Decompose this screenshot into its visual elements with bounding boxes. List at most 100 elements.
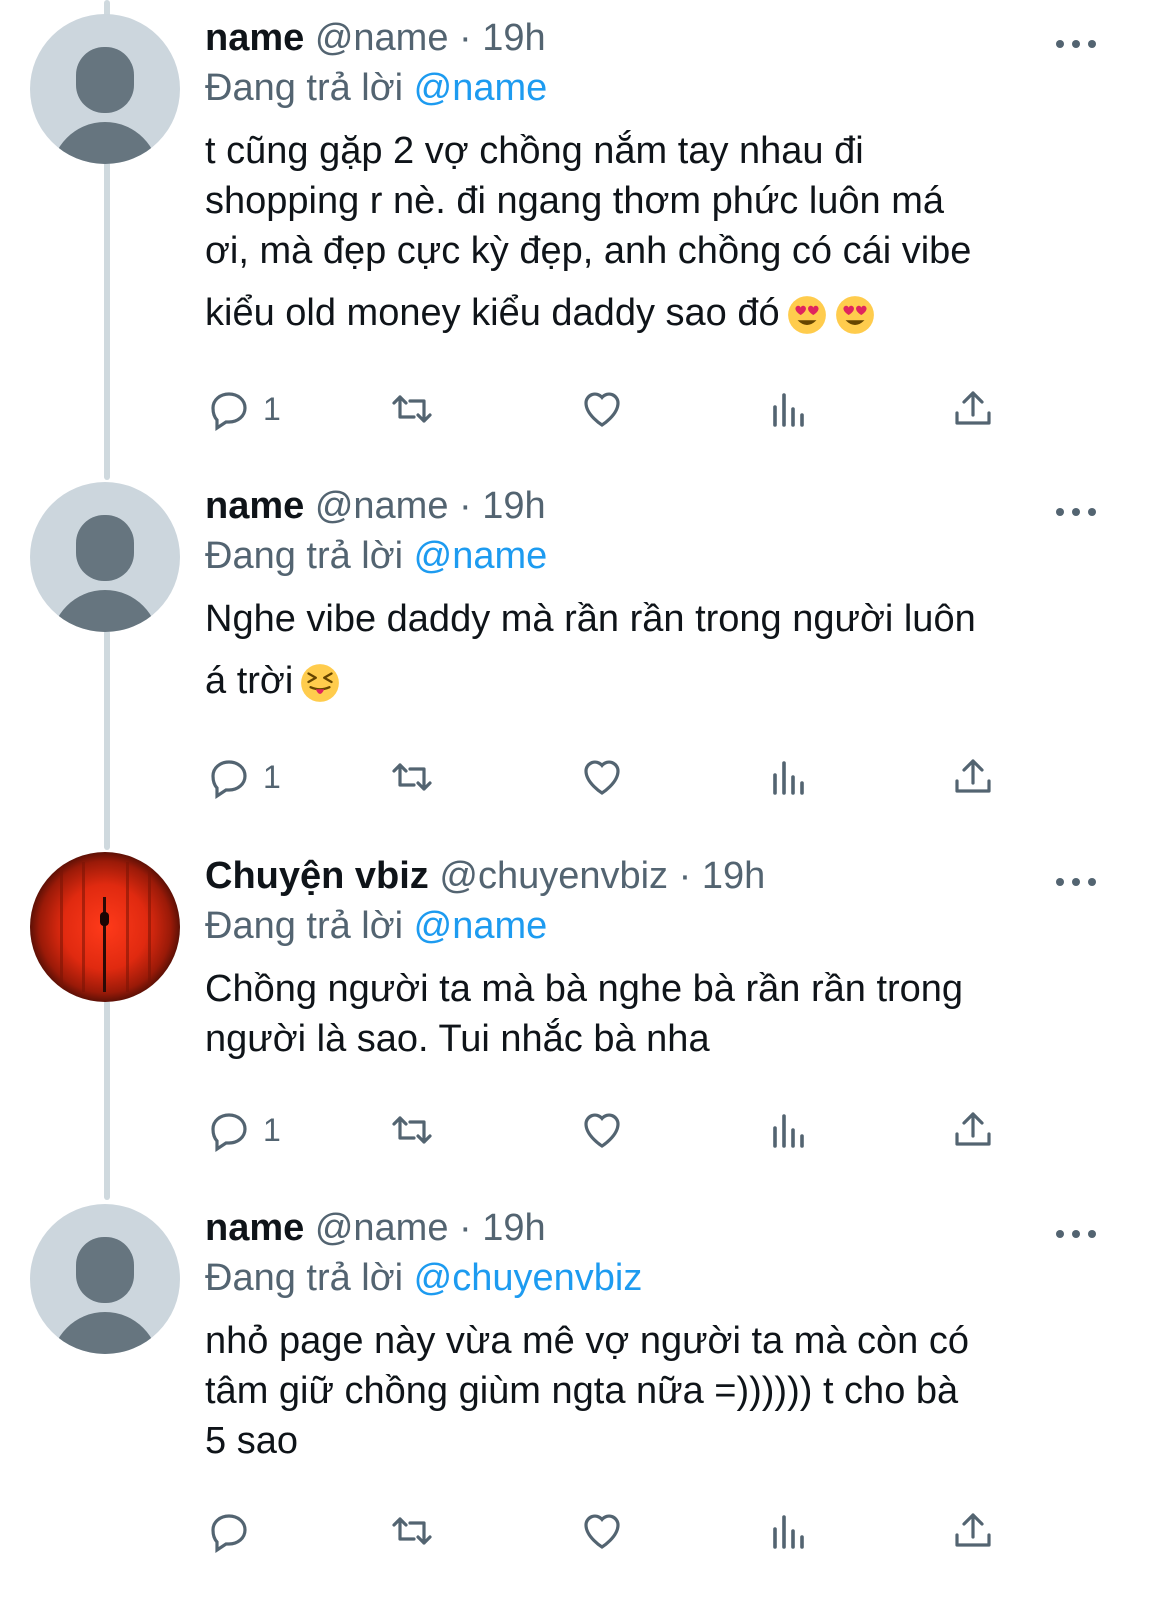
heart-icon xyxy=(584,392,620,427)
replying-prefix: Đang trả lời xyxy=(205,905,414,947)
replying-prefix: Đang trả lời xyxy=(205,1257,414,1299)
avatar-placeholder-body xyxy=(51,590,159,632)
display-name[interactable]: name xyxy=(205,17,304,59)
avatar-placeholder-body xyxy=(51,1312,159,1354)
tweet-text-lines: t cũng gặp 2 vợ chồng nắm tay nhau đi sh… xyxy=(205,130,972,272)
views-button[interactable] xyxy=(765,1105,813,1155)
tweet-text: t cũng gặp 2 vợ chồng nắm tay nhau đi sh… xyxy=(205,126,1085,350)
like-button[interactable] xyxy=(578,384,626,434)
avatar-placeholder-head xyxy=(76,1237,134,1303)
separator: · xyxy=(448,17,483,59)
views-button[interactable] xyxy=(765,384,813,434)
share-icon xyxy=(955,1112,991,1146)
avatar-placeholder-head xyxy=(76,47,134,113)
tweet-text-last: kiểu old money kiểu daddy sao đó xyxy=(205,292,780,334)
share-button[interactable] xyxy=(949,1506,997,1556)
more-options-icon[interactable] xyxy=(1056,506,1096,518)
mention-link[interactable]: @name xyxy=(414,535,548,577)
reply-button[interactable]: 1 xyxy=(205,1105,281,1155)
heart-eyes-emoji xyxy=(835,296,874,334)
reply-button[interactable]: 1 xyxy=(205,384,281,434)
tweet-actions xyxy=(205,1506,1005,1556)
views-button[interactable] xyxy=(765,1506,813,1556)
more-options-icon[interactable] xyxy=(1056,1228,1096,1240)
tweet-header: name @name · 19h xyxy=(205,14,1105,62)
reply-count: 1 xyxy=(263,758,281,795)
more-options-icon[interactable] xyxy=(1056,38,1096,50)
heart-icon xyxy=(584,760,620,795)
tweet-text-lines: nhỏ page này vừa mê vợ người ta mà còn c… xyxy=(205,1320,970,1462)
heart-eyes-emoji xyxy=(787,296,826,334)
analytics-icon xyxy=(773,761,804,795)
tweet-text: Chồng người ta mà bà nghe bà rần rần tro… xyxy=(205,964,1085,1064)
avatar[interactable] xyxy=(30,14,180,164)
retweet-icon xyxy=(392,763,432,791)
share-button[interactable] xyxy=(949,1105,997,1155)
tweet-header: name @name · 19h xyxy=(205,482,1105,530)
tweet-text-lines: Nghe vibe daddy mà rần rần trong người l… xyxy=(205,598,976,640)
separator: · xyxy=(448,1207,483,1249)
replying-prefix: Đang trả lời xyxy=(205,535,414,577)
share-button[interactable] xyxy=(949,752,997,802)
display-name[interactable]: name xyxy=(205,485,304,527)
handle[interactable]: @chuyenvbiz xyxy=(439,855,668,897)
reply-icon xyxy=(211,1113,247,1152)
reply-count: 1 xyxy=(263,390,281,427)
reply-icon xyxy=(211,1514,247,1553)
retweet-icon xyxy=(392,1116,432,1144)
tweet-actions: 1 xyxy=(205,752,1005,802)
display-name[interactable]: Chuyện vbiz xyxy=(205,855,429,897)
mention-link[interactable]: @name xyxy=(414,905,548,947)
retweet-button[interactable] xyxy=(388,384,436,434)
reply-button[interactable]: 1 xyxy=(205,752,281,802)
tweet-actions: 1 xyxy=(205,1105,1005,1155)
tweet-text-last: á trời xyxy=(205,660,294,702)
squinting-tongue-emoji xyxy=(301,664,340,702)
like-button[interactable] xyxy=(578,1105,626,1155)
replying-prefix: Đang trả lời xyxy=(205,67,414,109)
like-button[interactable] xyxy=(578,1506,626,1556)
more-options-icon[interactable] xyxy=(1056,876,1096,888)
separator: · xyxy=(668,855,702,897)
avatar[interactable] xyxy=(30,852,180,1002)
analytics-icon xyxy=(773,1114,804,1148)
timestamp[interactable]: 19h xyxy=(702,855,765,897)
tweet-header: Chuyện vbiz @chuyenvbiz · 19h xyxy=(205,852,1105,900)
mention-link[interactable]: @chuyenvbiz xyxy=(414,1257,643,1299)
handle[interactable]: @name xyxy=(315,17,449,59)
separator: · xyxy=(448,485,483,527)
avatar[interactable] xyxy=(30,1204,180,1354)
heart-icon xyxy=(584,1113,620,1148)
reply-button[interactable] xyxy=(205,1506,263,1556)
share-icon xyxy=(955,1513,991,1547)
retweet-button[interactable] xyxy=(388,752,436,802)
retweet-button[interactable] xyxy=(388,1105,436,1155)
retweet-button[interactable] xyxy=(388,1506,436,1556)
reply-count: 1 xyxy=(263,1111,281,1148)
handle[interactable]: @name xyxy=(315,1207,449,1249)
handle[interactable]: @name xyxy=(315,485,449,527)
share-button[interactable] xyxy=(949,384,997,434)
tweet-actions: 1 xyxy=(205,384,1005,434)
like-button[interactable] xyxy=(578,752,626,802)
timestamp[interactable]: 19h xyxy=(482,1207,545,1249)
tweet-text: nhỏ page này vừa mê vợ người ta mà còn c… xyxy=(205,1316,1085,1466)
timestamp[interactable]: 19h xyxy=(482,485,545,527)
timestamp[interactable]: 19h xyxy=(482,17,545,59)
share-icon xyxy=(955,391,991,425)
replying-to: Đang trả lời @name xyxy=(205,532,1105,580)
reply-icon xyxy=(211,392,247,431)
views-button[interactable] xyxy=(765,752,813,802)
analytics-icon xyxy=(773,393,804,427)
share-icon xyxy=(955,759,991,793)
avatar-placeholder-body xyxy=(51,122,159,164)
tweet-text: Nghe vibe daddy mà rần rần trong người l… xyxy=(205,594,1085,718)
mention-link[interactable]: @name xyxy=(414,67,548,109)
replying-to: Đang trả lời @name xyxy=(205,64,1105,112)
avatar[interactable] xyxy=(30,482,180,632)
retweet-icon xyxy=(392,395,432,423)
tweet-text-lines: Chồng người ta mà bà nghe bà rần rần tro… xyxy=(205,968,964,1060)
retweet-icon xyxy=(392,1517,432,1545)
display-name[interactable]: name xyxy=(205,1207,304,1249)
heart-icon xyxy=(584,1514,620,1549)
